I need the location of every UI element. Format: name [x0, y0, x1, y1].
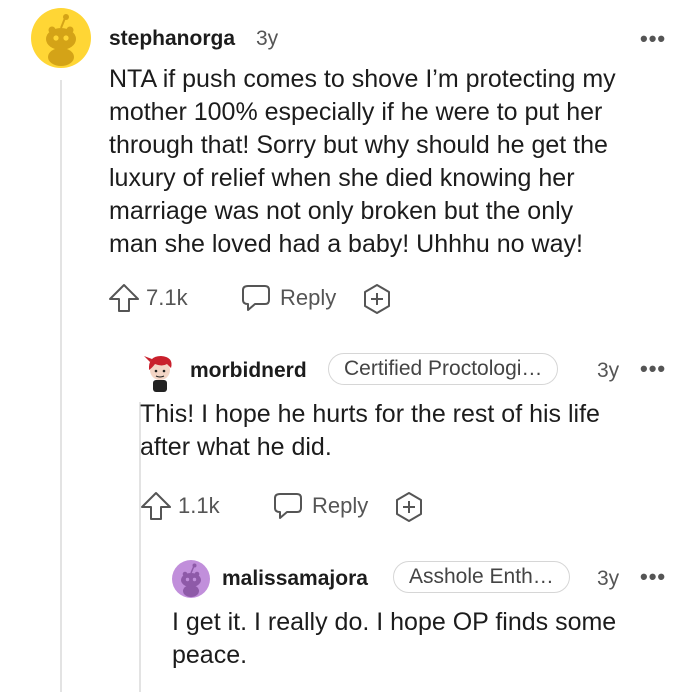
comment-body: I get it. I really do. I hope OP finds s…	[172, 606, 692, 672]
comment-body-line: through that! Sorry but why should he ge…	[109, 131, 608, 159]
award-plus-icon	[396, 492, 422, 522]
upvote-arrow-icon	[141, 492, 171, 520]
comment-body-line: mother 100% especially if he were to put…	[109, 98, 603, 126]
avatar[interactable]	[172, 560, 210, 598]
comment-body-line: marriage was not only broken but the onl…	[109, 197, 574, 225]
user-flair: Certified Proctologi…	[328, 353, 559, 385]
reply-button[interactable]: Reply	[272, 491, 368, 521]
custom-avatar-icon	[144, 356, 172, 392]
comment-username[interactable]: stephanorga	[109, 27, 235, 51]
comment-age: 3y	[597, 359, 620, 382]
reply-label: Reply	[280, 285, 337, 310]
comment-body-line: after what he did.	[140, 433, 332, 461]
thread-line[interactable]	[60, 80, 62, 692]
avatar[interactable]	[31, 8, 91, 68]
upvote-button[interactable]: 7.1k	[108, 283, 188, 313]
vote-count: 7.1k	[146, 285, 188, 310]
award-button[interactable]	[361, 283, 393, 315]
comment-username[interactable]: morbidnerd	[190, 359, 307, 383]
snoo-avatar-icon	[172, 560, 210, 598]
upvote-arrow-icon	[109, 284, 139, 312]
vote-count: 1.1k	[178, 493, 220, 518]
avatar[interactable]	[140, 350, 180, 394]
award-button[interactable]	[393, 491, 425, 523]
comment-body: This! I hope he hurts for the rest of hi…	[140, 398, 690, 464]
snoo-avatar-icon	[31, 8, 91, 68]
comment-body-line: I get it. I really do. I hope OP finds s…	[172, 608, 617, 636]
comment-body: NTA if push comes to shove I’m protectin…	[109, 63, 689, 261]
comment-body-line: This! I hope he hurts for the rest of hi…	[140, 400, 600, 428]
comment-body-line: peace.	[172, 641, 248, 669]
reply-bubble-icon	[274, 493, 302, 519]
comment-body-line: man she loved had a baby! Uhhhu no way!	[109, 230, 583, 258]
upvote-button[interactable]: 1.1k	[140, 491, 220, 521]
comment-body-line: luxury of relief when she died knowing h…	[109, 164, 575, 192]
more-options-icon[interactable]: •••	[640, 564, 666, 590]
comment-username[interactable]: malissamajora	[222, 567, 368, 591]
more-options-icon[interactable]: •••	[640, 356, 666, 382]
reply-label: Reply	[312, 493, 369, 518]
more-options-icon[interactable]: •••	[640, 26, 666, 52]
comment-age: 3y	[256, 27, 279, 50]
reply-bubble-icon	[242, 285, 270, 311]
reply-button[interactable]: Reply	[240, 283, 336, 313]
user-flair: Asshole Enth…	[393, 561, 570, 593]
award-plus-icon	[364, 284, 390, 314]
comment-age: 3y	[597, 567, 620, 590]
comment-body-line: NTA if push comes to shove I’m protectin…	[109, 65, 616, 93]
